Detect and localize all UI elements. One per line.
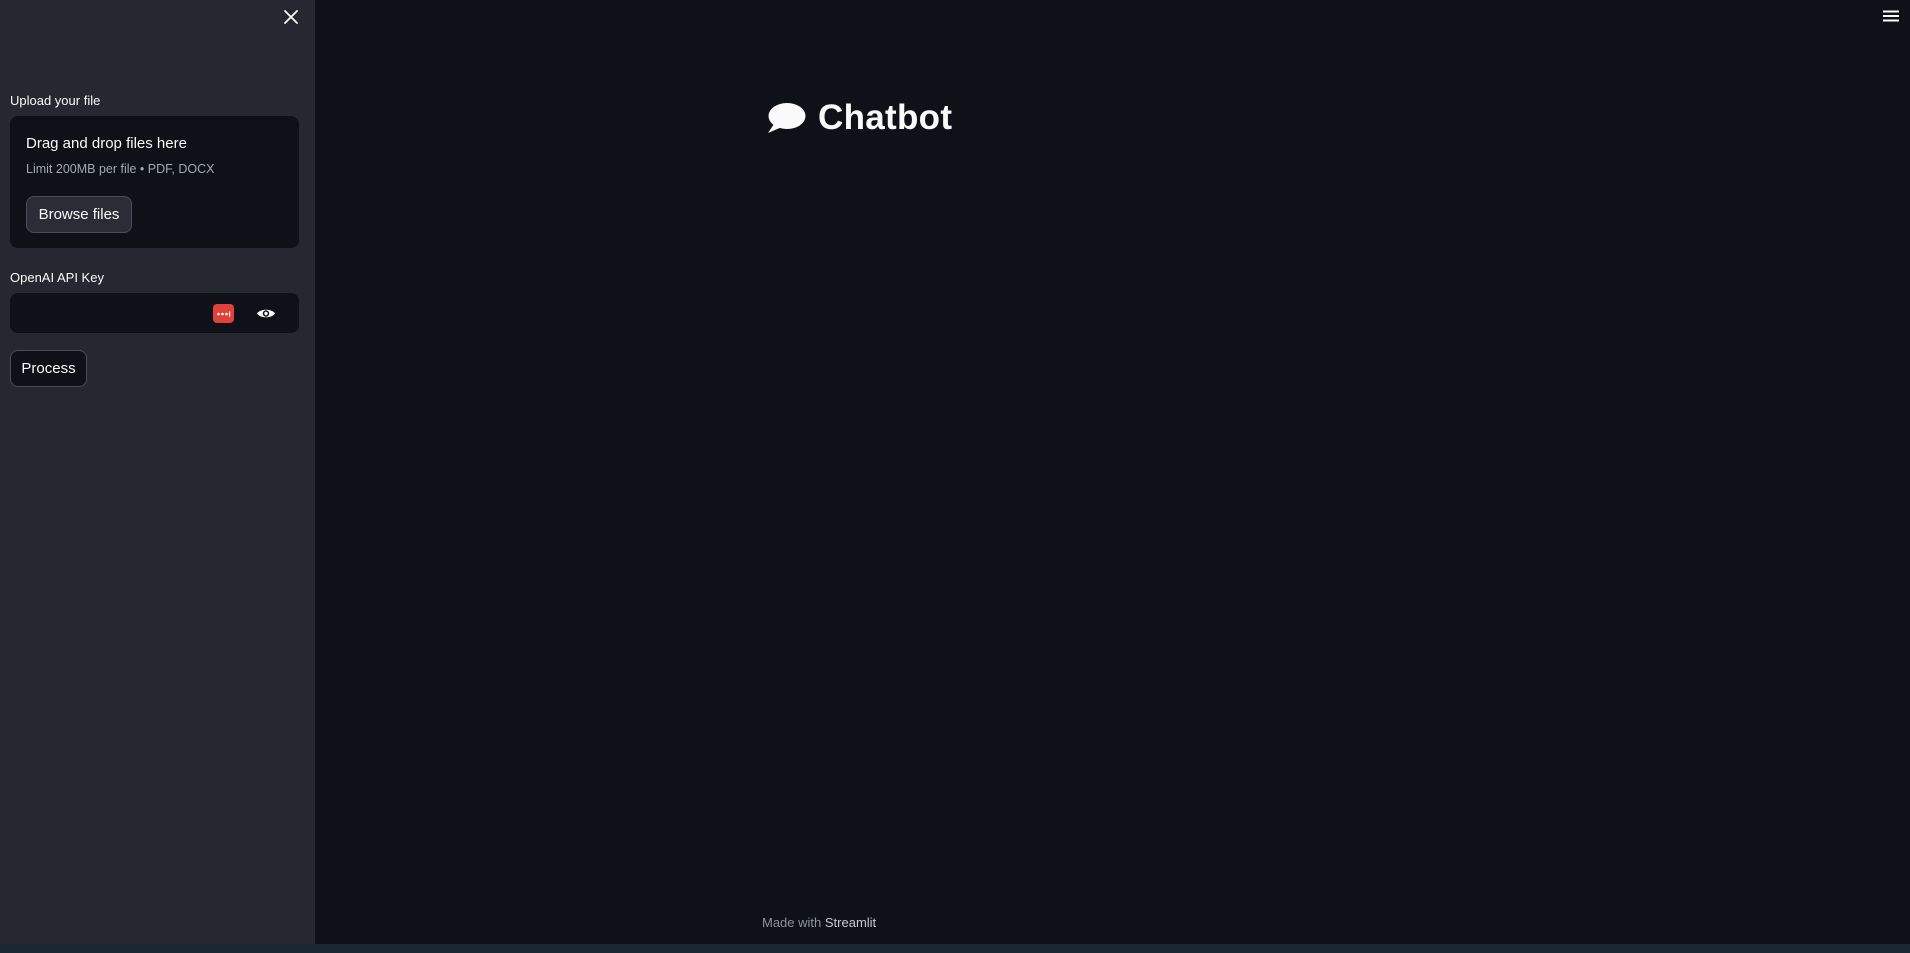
footer-prefix: Made with xyxy=(762,915,822,930)
upload-label: Upload your file xyxy=(10,93,101,108)
process-button[interactable]: Process xyxy=(10,350,87,387)
footer: Made with Streamlit xyxy=(762,915,876,930)
page-title: Chatbot xyxy=(766,98,952,138)
browse-files-button[interactable]: Browse files xyxy=(26,196,132,233)
dropzone-hint: Limit 200MB per file • PDF, DOCX xyxy=(26,162,215,176)
page-title-text: Chatbot xyxy=(818,98,953,137)
streamlit-link[interactable]: Streamlit xyxy=(825,915,876,930)
eye-icon xyxy=(257,309,275,317)
hamburger-menu-icon xyxy=(1883,10,1899,22)
api-key-label: OpenAI API Key xyxy=(10,270,104,285)
show-password-button[interactable] xyxy=(255,304,277,322)
password-manager-icon[interactable] xyxy=(213,304,234,323)
file-dropzone[interactable]: Drag and drop files here Limit 200MB per… xyxy=(10,116,299,248)
close-icon xyxy=(284,10,298,24)
bottom-bar xyxy=(0,944,1910,953)
api-key-input[interactable] xyxy=(10,293,299,333)
speech-bubble-icon xyxy=(768,103,806,133)
sidebar: Upload your file Drag and drop files her… xyxy=(0,0,315,944)
dropzone-title: Drag and drop files here xyxy=(26,135,187,152)
main-menu-button[interactable] xyxy=(1881,6,1901,26)
close-sidebar-button[interactable] xyxy=(280,6,302,28)
